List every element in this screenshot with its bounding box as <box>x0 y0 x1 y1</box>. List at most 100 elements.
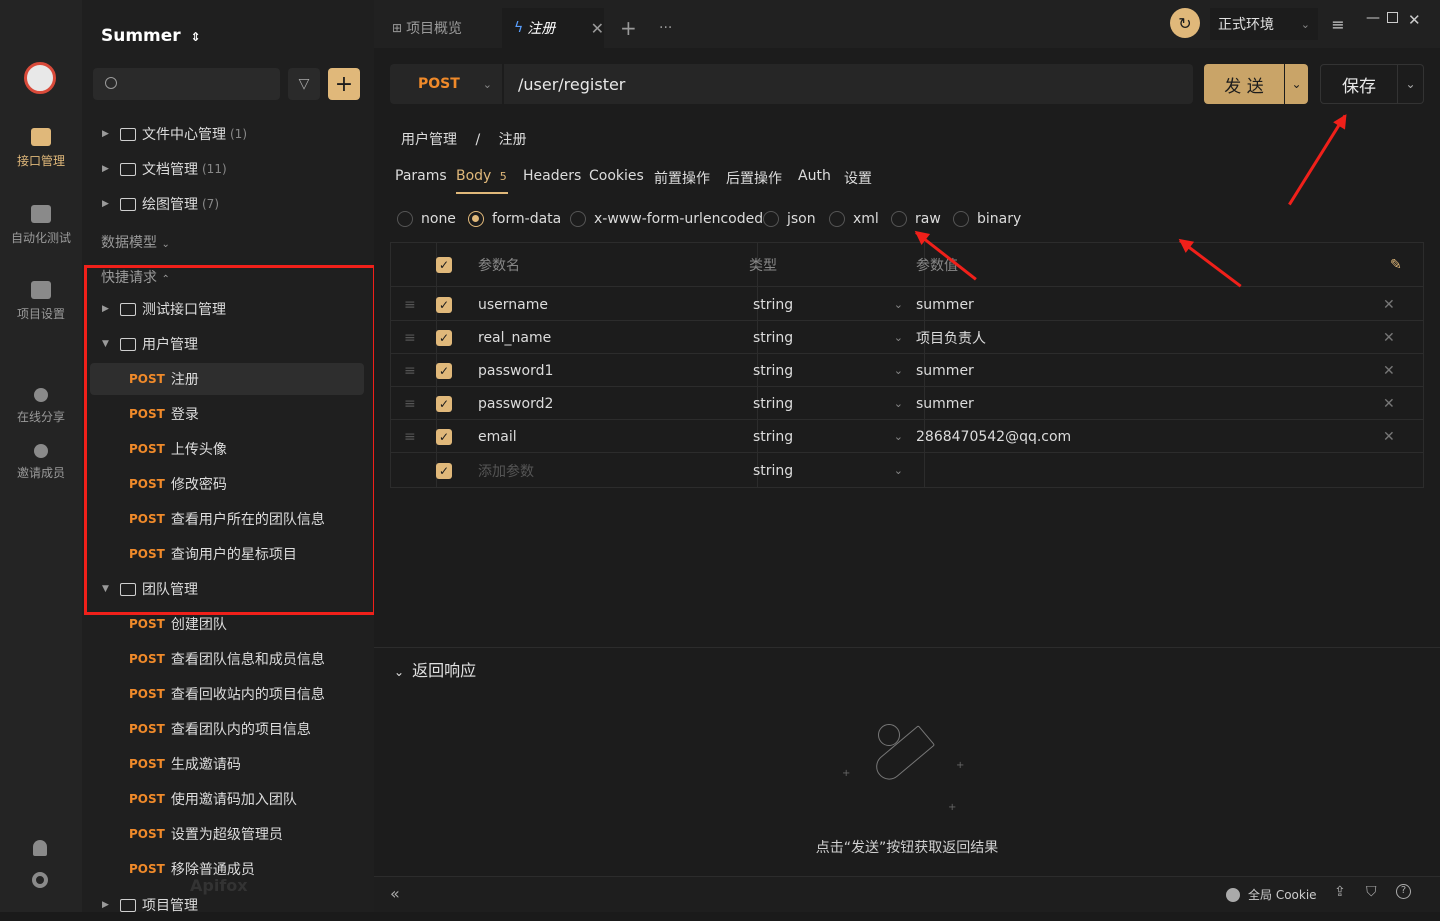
radio-urlencoded[interactable]: x-www-form-urlencoded <box>570 211 763 227</box>
delete-row-icon[interactable]: ✕ <box>1383 321 1395 354</box>
param-value[interactable]: summer <box>916 354 974 387</box>
radio-label: json <box>787 211 816 227</box>
workspace-switcher[interactable]: Summer ⇕ <box>101 26 201 46</box>
cookie-label: 全局 Cookie <box>1248 888 1317 902</box>
folder-project[interactable]: ▶ 项目管理 <box>82 889 374 921</box>
param-type-select[interactable]: string ⌄ <box>753 387 913 420</box>
tab-body[interactable]: Body 5 <box>456 168 507 184</box>
tab-post-ops[interactable]: 后置操作 <box>726 168 782 188</box>
param-type-select[interactable]: string ⌄ <box>753 420 913 453</box>
folder-file-center[interactable]: ▶ 文件中心管理 (1) <box>82 118 374 150</box>
delete-row-icon[interactable]: ✕ <box>1383 387 1395 420</box>
drag-handle-icon[interactable]: ≡ <box>404 321 416 354</box>
endpoint-item[interactable]: POST 查看团队内的项目信息 <box>90 713 364 745</box>
tab-overview[interactable]: ⊞ 项目概览 <box>392 8 462 48</box>
breadcrumb-parent[interactable]: 用户管理 <box>401 132 457 148</box>
global-cookie-button[interactable]: 全局 Cookie <box>1226 886 1317 903</box>
param-value[interactable]: summer <box>916 387 974 420</box>
select-all-checkbox[interactable]: ✓ <box>436 257 452 273</box>
rail-item-share[interactable]: 在线分享 <box>0 388 82 425</box>
delete-row-icon[interactable]: ✕ <box>1383 354 1395 387</box>
param-type-select[interactable]: string ⌄ <box>753 454 913 487</box>
tab-settings[interactable]: 设置 <box>844 168 872 188</box>
param-name[interactable]: password2 <box>478 387 553 420</box>
endpoint-item[interactable]: POST 生成邀请码 <box>90 748 364 780</box>
row-checkbox[interactable]: ✓ <box>436 428 452 445</box>
tab-headers[interactable]: Headers <box>523 168 581 184</box>
drag-handle-icon[interactable]: ≡ <box>404 387 416 420</box>
endpoint-item[interactable]: POST 设置为超级管理员 <box>90 818 364 850</box>
add-button[interactable]: + <box>328 68 360 100</box>
param-name[interactable]: real_name <box>478 321 551 354</box>
folder-docs[interactable]: ▶ 文档管理 (11) <box>82 153 374 185</box>
param-value[interactable]: 2868470542@qq.com <box>916 420 1071 453</box>
tab-cookies[interactable]: Cookies <box>589 168 644 184</box>
sync-button[interactable]: ↻ <box>1170 8 1200 38</box>
menu-button[interactable]: ≡ <box>1324 8 1352 40</box>
endpoint-item[interactable]: POST 查看团队信息和成员信息 <box>90 643 364 675</box>
tab-pre-ops[interactable]: 前置操作 <box>654 168 710 188</box>
row-checkbox[interactable]: ✓ <box>436 362 452 379</box>
filter-button[interactable]: ▽ <box>288 68 320 100</box>
rail-item-settings[interactable]: 项目设置 <box>0 281 82 322</box>
search-input[interactable] <box>93 68 280 100</box>
save-button[interactable]: 保存 <box>1320 64 1398 104</box>
rail-item-automation[interactable]: 自动化测试 <box>0 205 82 246</box>
param-name[interactable]: password1 <box>478 354 553 387</box>
drag-handle-icon[interactable]: ≡ <box>404 288 416 321</box>
response-header[interactable]: ⌄ 返回响应 <box>394 657 476 681</box>
minimize-button[interactable]: — <box>1366 10 1380 26</box>
tab-params[interactable]: Params <box>395 168 447 184</box>
row-checkbox[interactable]: ✓ <box>436 329 452 346</box>
folder-drawing[interactable]: ▶ 绘图管理 (7) <box>82 188 374 220</box>
gear-icon[interactable] <box>32 872 48 888</box>
method-select[interactable]: POST ⌄ <box>390 64 502 104</box>
collapse-sidebar-button[interactable]: « <box>390 884 400 903</box>
param-value[interactable]: summer <box>916 288 974 321</box>
drag-handle-icon[interactable]: ≡ <box>404 420 416 453</box>
help-icon[interactable]: ? <box>1396 884 1411 899</box>
avatar[interactable] <box>24 62 56 94</box>
tab-active[interactable]: ϟ 注册 ✕ <box>502 8 604 48</box>
send-button[interactable]: 发 送 <box>1204 64 1284 104</box>
radio-binary[interactable]: binary <box>953 211 1021 227</box>
radio-form-data[interactable]: form-data <box>468 211 561 227</box>
send-dropdown-button[interactable]: ⌄ <box>1285 64 1308 104</box>
endpoint-item[interactable]: POST 使用邀请码加入团队 <box>90 783 364 815</box>
radio-raw[interactable]: raw <box>891 211 941 227</box>
section-data-model[interactable]: 数据模型 ⌄ <box>101 232 170 252</box>
upload-icon[interactable]: ⇪ <box>1334 884 1346 900</box>
env-select[interactable]: 正式环境 ⌄ <box>1210 8 1318 40</box>
drag-handle-icon[interactable]: ≡ <box>404 354 416 387</box>
radio-label: none <box>421 211 456 227</box>
row-checkbox[interactable]: ✓ <box>436 462 452 479</box>
radio-xml[interactable]: xml <box>829 211 879 227</box>
row-checkbox[interactable]: ✓ <box>436 296 452 313</box>
radio-json[interactable]: json <box>763 211 816 227</box>
param-type-select[interactable]: string ⌄ <box>753 321 913 354</box>
new-tab-button[interactable]: + <box>620 8 637 48</box>
tab-auth[interactable]: Auth <box>798 168 831 184</box>
close-icon[interactable]: ✕ <box>591 19 604 38</box>
delete-row-icon[interactable]: ✕ <box>1383 288 1395 321</box>
radio-none[interactable]: none <box>397 211 456 227</box>
close-window-button[interactable]: ✕ <box>1408 11 1421 29</box>
rail-item-api[interactable]: 接口管理 <box>0 128 82 169</box>
param-type-select[interactable]: string ⌄ <box>753 354 913 387</box>
add-param-input[interactable]: 添加参数 <box>478 454 534 487</box>
rail-item-invite[interactable]: 邀请成员 <box>0 444 82 481</box>
param-name[interactable]: username <box>478 288 548 321</box>
more-tabs-button[interactable]: ··· <box>659 8 672 48</box>
bulk-edit-icon[interactable]: ✎ <box>1390 243 1402 287</box>
shirt-icon[interactable]: ⛉ <box>1366 884 1377 900</box>
param-name[interactable]: email <box>478 420 517 453</box>
row-checkbox[interactable]: ✓ <box>436 395 452 412</box>
restore-button[interactable] <box>1387 12 1398 23</box>
param-type-select[interactable]: string ⌄ <box>753 288 913 321</box>
param-value[interactable]: 项目负责人 <box>916 321 986 354</box>
save-dropdown-button[interactable]: ⌄ <box>1398 64 1424 104</box>
endpoint-item[interactable]: POST 查看回收站内的项目信息 <box>90 678 364 710</box>
delete-row-icon[interactable]: ✕ <box>1383 420 1395 453</box>
url-input[interactable]: /user/register <box>504 64 1193 104</box>
bell-icon[interactable] <box>33 840 47 856</box>
